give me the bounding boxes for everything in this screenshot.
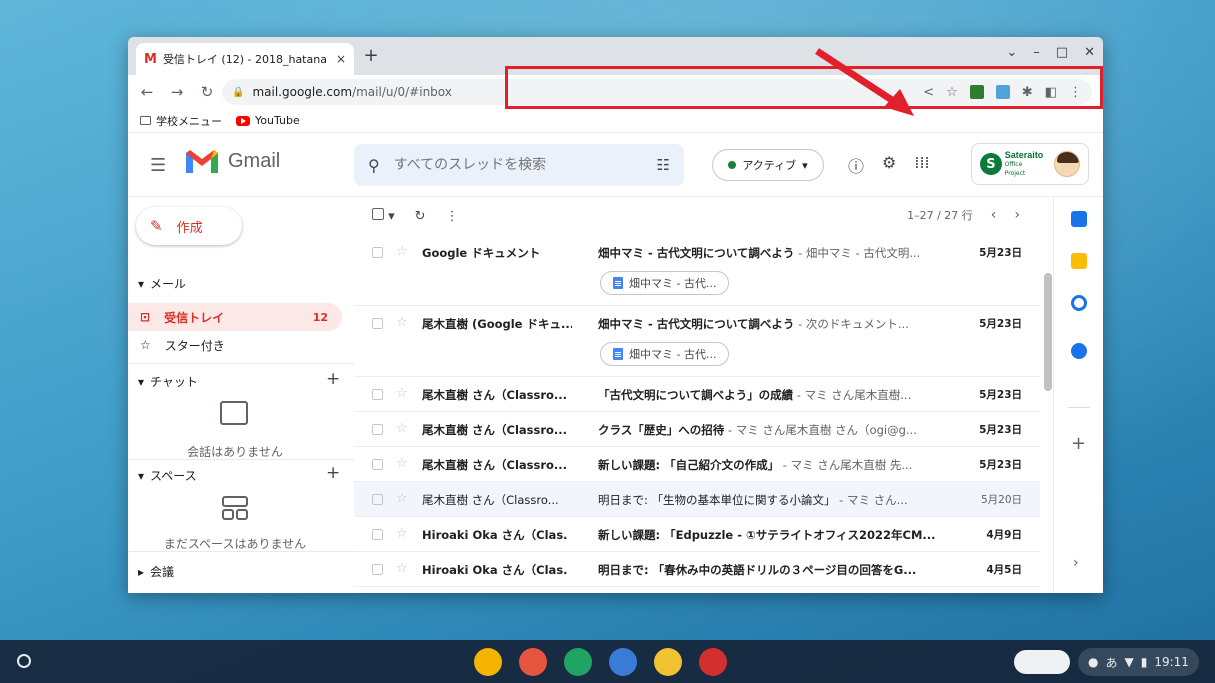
red-arrow-annotation	[815, 48, 914, 116]
